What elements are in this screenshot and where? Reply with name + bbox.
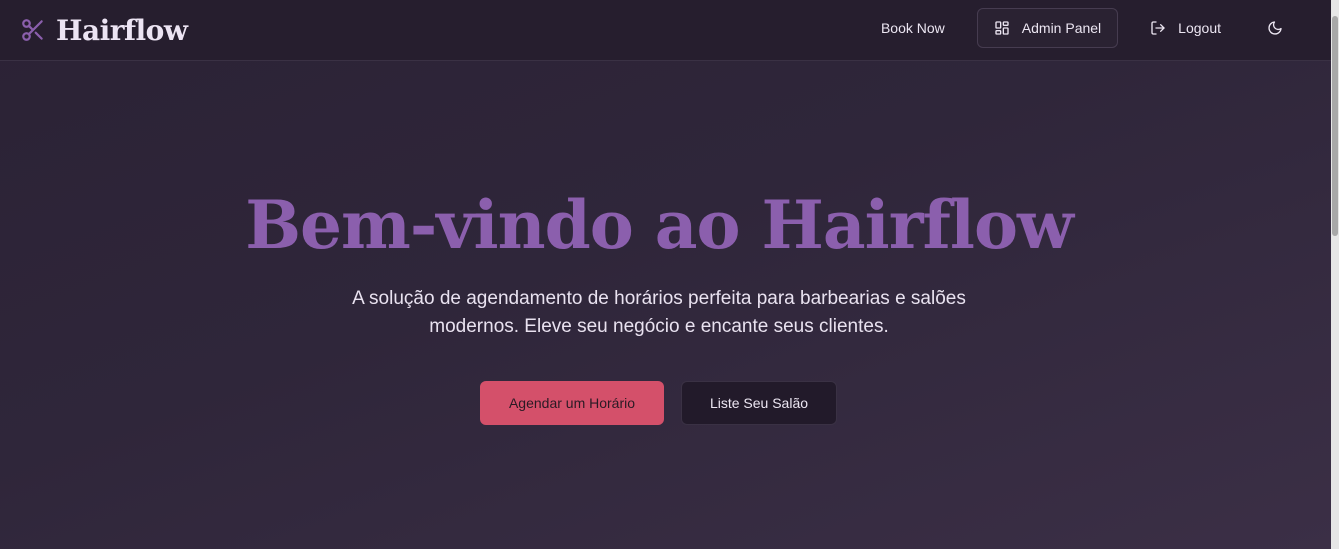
hero-cta-group: Agendar um Horário Liste Seu Salão: [480, 381, 837, 425]
dashboard-grid-icon: [994, 20, 1010, 36]
scissors-icon: [20, 17, 46, 43]
admin-panel-label: Admin Panel: [1021, 20, 1102, 36]
logout-button[interactable]: Logout: [1134, 8, 1237, 48]
page-scrollbar[interactable]: [1331, 0, 1339, 549]
page: Hairflow Book Now Admin Panel Logout Bem…: [0, 0, 1331, 549]
theme-toggle-button[interactable]: [1255, 8, 1295, 48]
scrollbar-thumb[interactable]: [1332, 16, 1338, 236]
list-salon-label: Liste Seu Salão: [709, 395, 809, 411]
hero-subtitle: A solução de agendamento de horários per…: [352, 288, 966, 337]
logout-label: Logout: [1178, 20, 1221, 36]
hero-title: Bem-vindo ao Hairflow: [245, 186, 1074, 264]
book-appointment-label: Agendar um Horário: [508, 395, 636, 411]
brand-logo[interactable]: Hairflow: [20, 10, 188, 50]
main-nav: Book Now Admin Panel Logout: [865, 8, 1295, 48]
book-appointment-button[interactable]: Agendar um Horário: [480, 381, 664, 425]
list-salon-button[interactable]: Liste Seu Salão: [681, 381, 837, 425]
hero-section: Bem-vindo ao Hairflow A solução de agend…: [0, 61, 1331, 549]
brand-name: Hairflow: [56, 13, 188, 47]
top-navbar: Hairflow Book Now Admin Panel Logout: [0, 0, 1331, 61]
moon-icon: [1267, 20, 1283, 36]
admin-panel-button[interactable]: Admin Panel: [976, 8, 1119, 48]
logout-icon: [1150, 20, 1166, 36]
book-now-label: Book Now: [880, 20, 945, 36]
book-now-link[interactable]: Book Now: [865, 8, 961, 48]
